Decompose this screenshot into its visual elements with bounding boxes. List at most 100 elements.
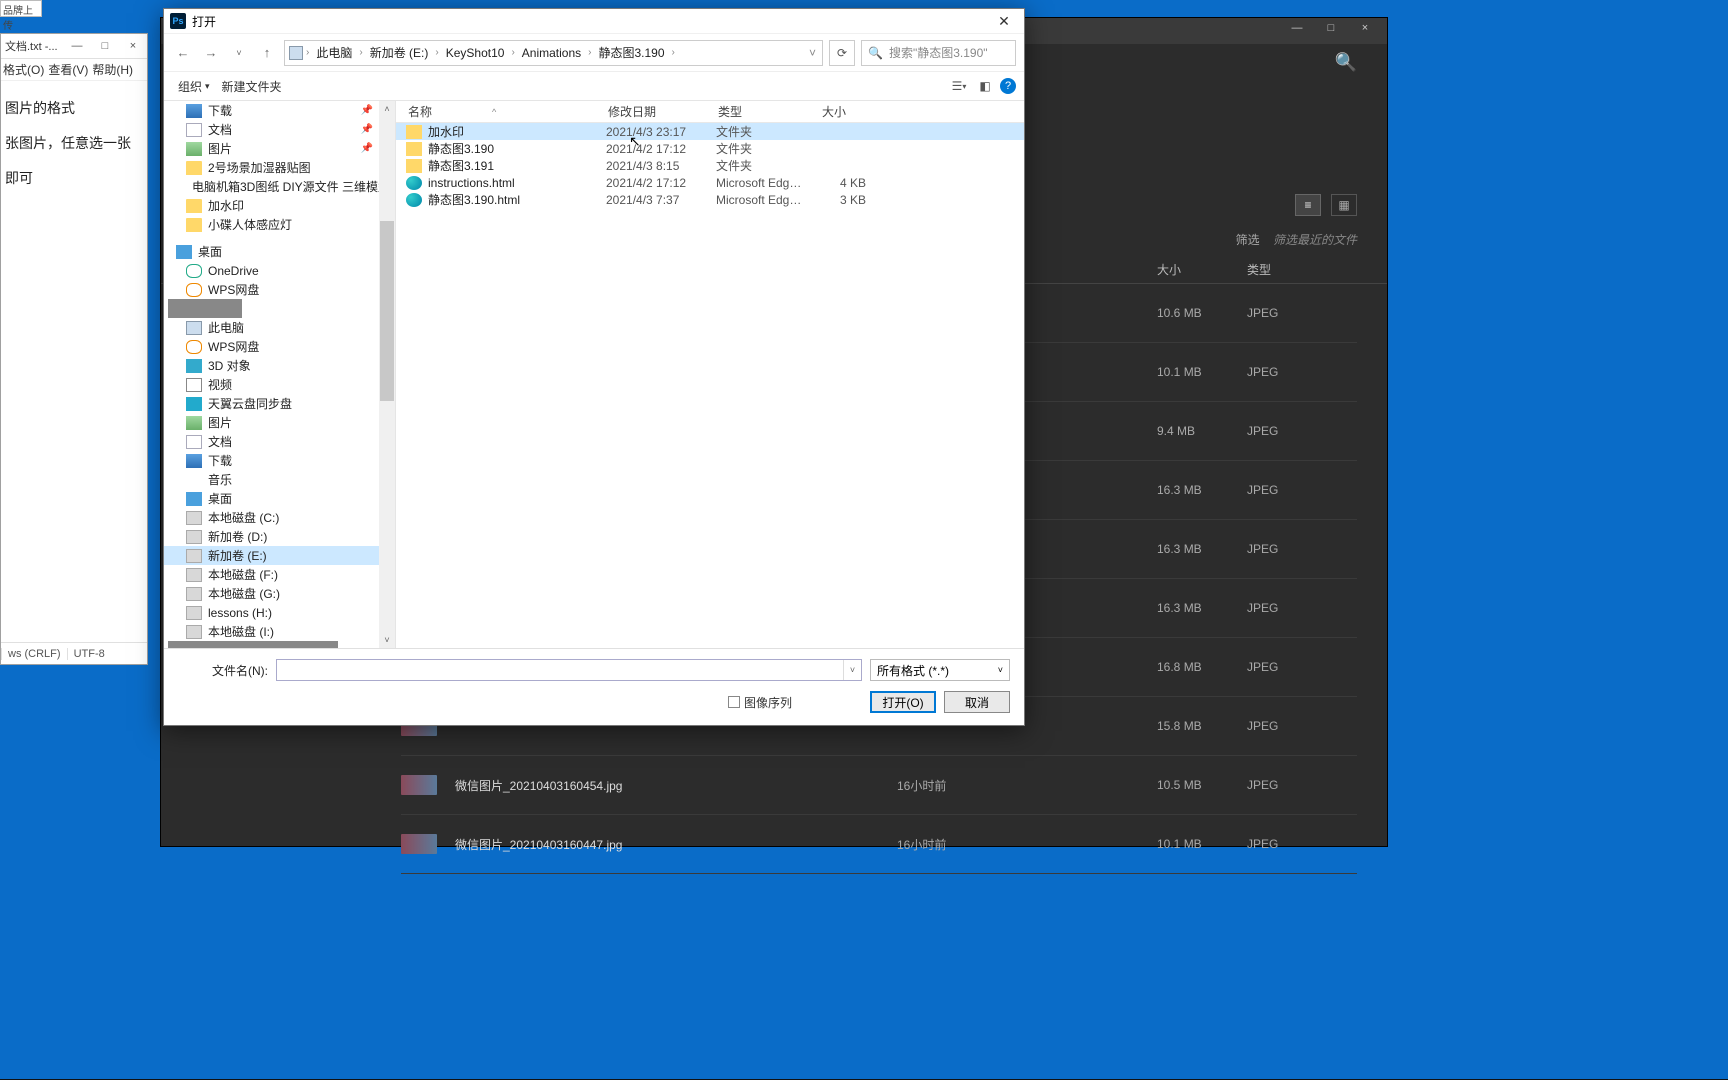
tree-item[interactable]: 小碟人体感应灯	[164, 215, 395, 234]
tree-item[interactable]: WPS网盘	[164, 280, 395, 299]
filename-dropdown-icon[interactable]: ˅	[843, 660, 861, 680]
dialog-titlebar[interactable]: Ps 打开 ✕	[164, 9, 1024, 33]
tree-item[interactable]: 桌面	[164, 242, 395, 261]
notepad-window: 文档.txt -... — □ × 格式(O) 查看(V) 帮助(H) 图片的格…	[0, 33, 148, 665]
np-maximize[interactable]: □	[91, 40, 119, 52]
tree-item[interactable]: 文档📌	[164, 120, 395, 139]
list-view-icon[interactable]: ≡	[1295, 194, 1321, 216]
crumb-current[interactable]: 静态图3.190	[595, 44, 669, 61]
tree-item[interactable]: 下载📌	[164, 101, 395, 120]
ps-close[interactable]: ×	[1348, 22, 1382, 40]
file-date: 2021/4/3 23:17	[606, 125, 716, 139]
tree-item[interactable]: lessons (H:)	[164, 603, 395, 622]
scrollbar-thumb[interactable]	[380, 221, 394, 401]
file-row[interactable]: 静态图3.1912021/4/3 8:15文件夹	[396, 157, 1024, 174]
tree-item[interactable]: 本地磁盘 (I:)	[164, 622, 395, 641]
tree-item[interactable]: 下载	[164, 451, 395, 470]
scroll-down-icon[interactable]: ˅	[379, 632, 395, 648]
checkbox-icon[interactable]	[728, 696, 740, 708]
file-row[interactable]: 静态图3.1902021/4/2 17:12文件夹	[396, 140, 1024, 157]
folder-tree[interactable]: 下载📌文档📌图片📌2号场景加湿器贴图电脑机箱3D图纸 DIY源文件 三维模型 机…	[164, 101, 396, 648]
ps-minimize[interactable]: —	[1280, 22, 1314, 40]
menu-format[interactable]: 格式(O)	[3, 61, 44, 78]
scroll-up-icon[interactable]: ˄	[379, 101, 395, 117]
np-close[interactable]: ×	[119, 40, 147, 52]
recent-row[interactable]: 微信图片_20210403160447.jpg16小时前10.1 MBJPEG	[401, 815, 1357, 874]
file-row[interactable]: 静态图3.190.html2021/4/3 7:37Microsoft Edge…	[396, 191, 1024, 208]
col-name[interactable]: 名称^	[396, 103, 596, 120]
recent-type: JPEG	[1247, 601, 1357, 615]
tree-item[interactable]: 此电脑	[164, 318, 395, 337]
filename-input[interactable]: ˅	[276, 659, 862, 681]
tree-item[interactable]: 图片📌	[164, 139, 395, 158]
crumb-pc[interactable]: 此电脑	[312, 44, 356, 61]
crumb-anim[interactable]: Animations	[518, 46, 585, 60]
breadcrumb[interactable]: › 此电脑› 新加卷 (E:)› KeyShot10› Animations› …	[284, 40, 823, 66]
tree-item[interactable]: 本地磁盘 (F:)	[164, 565, 395, 584]
search-box[interactable]: 🔍 搜索"静态图3.190"	[861, 40, 1016, 66]
col-type[interactable]: 类型	[1247, 261, 1357, 278]
filetype-select[interactable]: 所有格式 (*.*)˅	[870, 659, 1010, 681]
file-row[interactable]: instructions.html2021/4/2 17:12Microsoft…	[396, 174, 1024, 191]
preview-pane-button[interactable]: ◧	[974, 75, 996, 97]
col-date[interactable]: 修改日期	[596, 103, 706, 120]
nav-history-dropdown[interactable]: ˅	[228, 42, 250, 64]
col-size[interactable]: 大小	[796, 103, 856, 120]
tree-item[interactable]: 图片	[164, 413, 395, 432]
file-row[interactable]: 加水印2021/4/3 23:17文件夹	[396, 123, 1024, 140]
col-size[interactable]: 大小	[1157, 261, 1247, 278]
dialog-close-button[interactable]: ✕	[984, 9, 1024, 33]
crumb-drive[interactable]: 新加卷 (E:)	[366, 44, 433, 61]
tree-item[interactable]: 音乐	[164, 470, 395, 489]
cancel-button[interactable]: 取消	[944, 691, 1010, 713]
tree-item[interactable]: 电脑机箱3D图纸 DIY源文件 三维模型 机械设计参	[164, 177, 395, 196]
tree-item[interactable]	[168, 641, 338, 648]
tree-scrollbar[interactable]: ˄ ˅	[379, 101, 395, 648]
notepad-status: ws (CRLF) UTF-8	[1, 642, 147, 664]
notepad-body[interactable]: 图片的格式 张图片，任意选一张即可	[1, 81, 147, 206]
refresh-button[interactable]: ⟳	[829, 40, 855, 66]
tree-item[interactable]	[168, 299, 242, 318]
tree-item[interactable]: WPS网盘	[164, 337, 395, 356]
file-name: 静态图3.191	[428, 157, 606, 174]
tree-item[interactable]: 新加卷 (D:)	[164, 527, 395, 546]
file-rows[interactable]: 加水印2021/4/3 23:17文件夹静态图3.1902021/4/2 17:…	[396, 123, 1024, 648]
tree-item[interactable]: OneDrive	[164, 261, 395, 280]
col-type[interactable]: 类型	[706, 103, 796, 120]
tree-item-icon	[186, 606, 202, 620]
menu-help[interactable]: 帮助(H)	[92, 61, 133, 78]
recent-row[interactable]: 微信图片_20210403160454.jpg16小时前10.5 MBJPEG	[401, 756, 1357, 815]
grid-view-icon[interactable]: ▦	[1331, 194, 1357, 216]
crumb-dropdown[interactable]: ˅	[803, 46, 822, 60]
new-folder-button[interactable]: 新建文件夹	[216, 78, 288, 95]
tree-item[interactable]: 文档	[164, 432, 395, 451]
crumb-keyshot[interactable]: KeyShot10	[442, 46, 509, 60]
pc-icon[interactable]	[289, 46, 303, 60]
tree-item[interactable]: 2号场景加湿器贴图	[164, 158, 395, 177]
nav-up[interactable]: ↑	[256, 42, 278, 64]
tree-item[interactable]: 本地磁盘 (G:)	[164, 584, 395, 603]
organize-button[interactable]: 组织▾	[172, 78, 216, 95]
tree-item[interactable]: 视频	[164, 375, 395, 394]
nav-back[interactable]: ←	[172, 42, 194, 64]
open-button[interactable]: 打开(O)	[870, 691, 936, 713]
tree-item[interactable]: 桌面	[164, 489, 395, 508]
recent-size: 10.1 MB	[1157, 837, 1247, 851]
tree-item[interactable]: 新加卷 (E:)	[164, 546, 395, 565]
image-sequence-checkbox[interactable]: 图像序列	[728, 694, 792, 711]
chevron-icon[interactable]: ›	[303, 47, 312, 58]
tree-item[interactable]: 加水印	[164, 196, 395, 215]
file-type: Microsoft Edge ...	[716, 193, 806, 207]
tree-item[interactable]: 天翼云盘同步盘	[164, 394, 395, 413]
ps-maximize[interactable]: □	[1314, 22, 1348, 40]
np-minimize[interactable]: —	[63, 40, 91, 52]
menu-view[interactable]: 查看(V)	[48, 61, 88, 78]
recent-type: JPEG	[1247, 542, 1357, 556]
tree-item[interactable]: 3D 对象	[164, 356, 395, 375]
search-icon[interactable]: 🔍	[1335, 52, 1357, 73]
filter-input[interactable]: 筛选最近的文件	[1273, 233, 1357, 247]
view-mode-button[interactable]: ☰▾	[948, 75, 970, 97]
tree-item[interactable]: 本地磁盘 (C:)	[164, 508, 395, 527]
help-button[interactable]: ?	[1000, 78, 1016, 94]
nav-forward[interactable]: →	[200, 42, 222, 64]
